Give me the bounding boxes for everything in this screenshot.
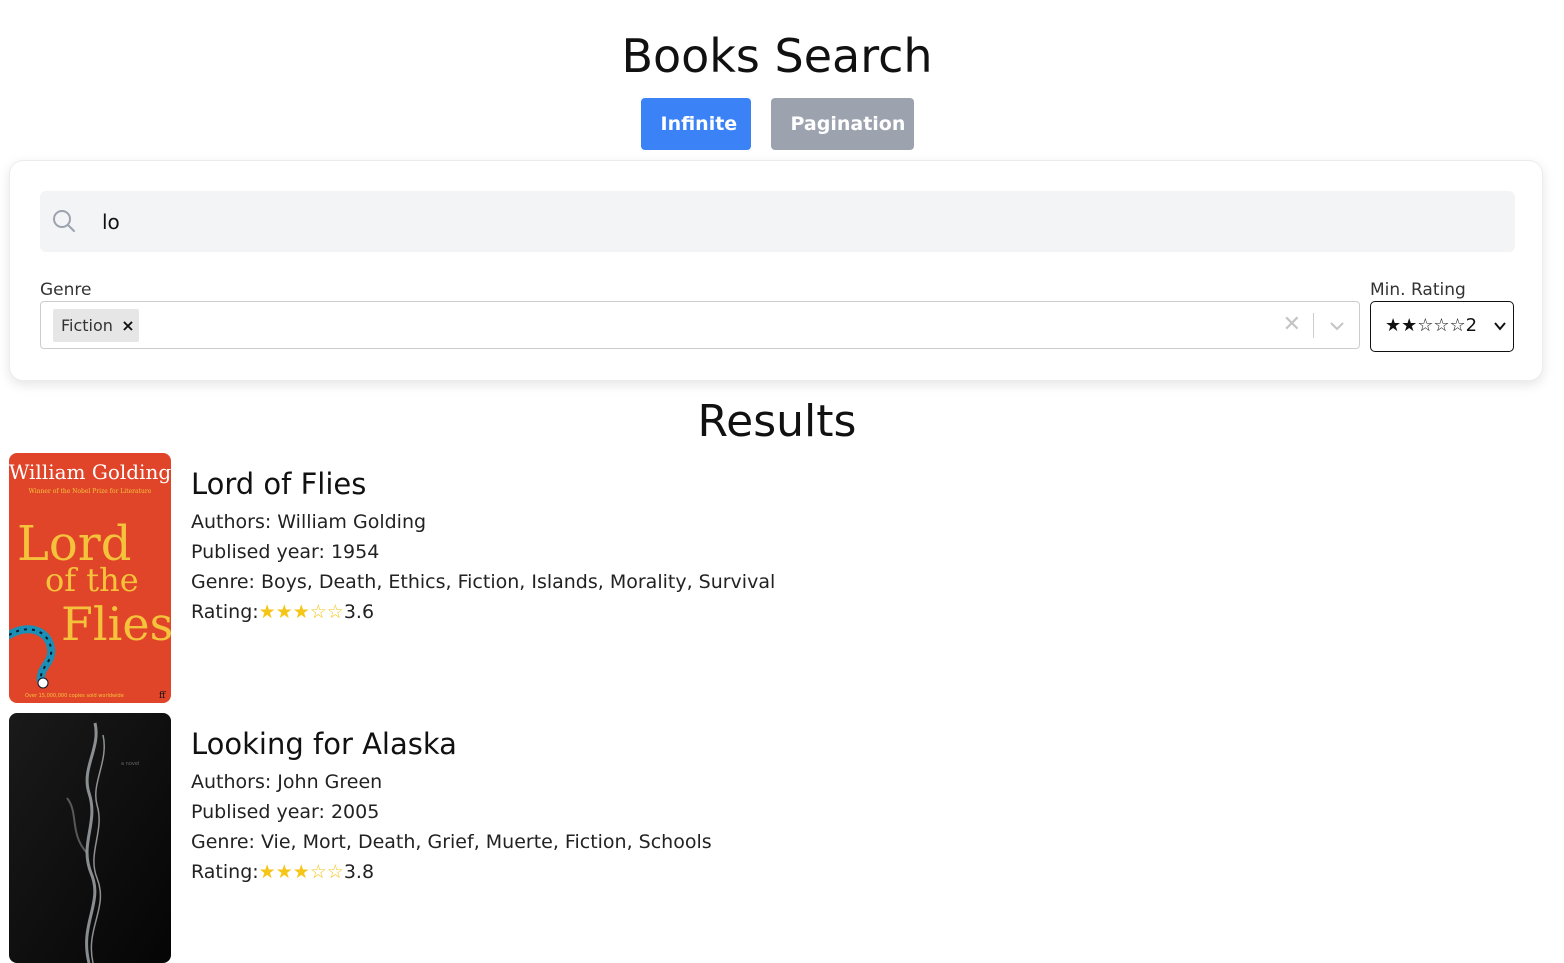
book-genre: Genre: Vie, Mort, Death, Grief, Muerte, … xyxy=(191,831,712,853)
page-title: Books Search xyxy=(621,29,933,83)
book-year: Publised year: 1954 xyxy=(191,541,380,563)
book-title[interactable]: Lord of Flies xyxy=(191,465,775,503)
search-panel: Genre Min. Rating Fiction × ✕ ★★☆☆☆2 xyxy=(9,160,1543,381)
rating-label: Rating: xyxy=(191,601,259,623)
rating-label: Rating: xyxy=(191,861,259,883)
cover-title-line-2: of the xyxy=(45,561,139,599)
results-title: Results xyxy=(697,396,857,447)
pagination-button[interactable]: Pagination xyxy=(770,98,914,150)
cover-author: William Golding xyxy=(9,460,171,484)
search-icon xyxy=(53,210,75,232)
book-cover-image: a novel xyxy=(9,713,171,963)
genre-chip-label: Fiction xyxy=(61,316,113,335)
mode-toggle: Infinite Pagination xyxy=(0,98,1554,150)
book-cover-image: William Golding Winner of the Nobel Priz… xyxy=(9,453,171,703)
rating-stars: ★★★☆☆ xyxy=(258,601,344,623)
book-cover[interactable]: William Golding Winner of the Nobel Priz… xyxy=(9,453,171,703)
book-info: Lord of Flies Authors: William Golding P… xyxy=(191,465,775,627)
cover-subtitle: Winner of the Nobel Prize for Literature xyxy=(29,488,152,495)
indicator-separator xyxy=(1313,313,1314,338)
infinite-button[interactable]: Infinite xyxy=(640,98,751,150)
book-rating: Rating:★★★☆☆3.6 xyxy=(191,597,775,627)
book-authors: Authors: John Green xyxy=(191,771,383,793)
book-rating: Rating:★★★☆☆3.8 xyxy=(191,857,712,887)
search-input[interactable] xyxy=(100,201,1504,243)
search-box xyxy=(40,191,1515,252)
book-authors: Authors: William Golding xyxy=(191,511,427,533)
book-genre: Genre: Boys, Death, Ethics, Fiction, Isl… xyxy=(191,571,776,593)
clear-icon[interactable]: ✕ xyxy=(1283,314,1301,336)
book-title[interactable]: Looking for Alaska xyxy=(191,725,712,763)
rating-stars: ★★★☆☆ xyxy=(258,861,344,883)
book-cover[interactable]: a novel xyxy=(9,713,171,963)
cover-caption: a novel xyxy=(121,761,139,767)
genre-chip-fiction: Fiction × xyxy=(53,309,139,342)
cover-publisher: ff xyxy=(159,691,166,701)
min-rating-select[interactable]: ★★☆☆☆2 xyxy=(1370,301,1514,352)
chevron-down-icon xyxy=(1494,322,1506,331)
cover-title-line-3: Flies xyxy=(61,597,171,651)
book-year: Publised year: 2005 xyxy=(191,801,380,823)
genre-label: Genre xyxy=(40,280,92,300)
genre-select[interactable]: Fiction × ✕ xyxy=(40,301,1360,349)
min-rating-value: ★★☆☆☆2 xyxy=(1385,315,1478,336)
min-rating-label: Min. Rating xyxy=(1370,280,1466,300)
rating-value: 3.6 xyxy=(343,601,375,623)
book-info: Looking for Alaska Authors: John Green P… xyxy=(191,725,712,887)
remove-chip-icon[interactable]: × xyxy=(117,316,139,335)
cover-footer: Over 15,000,000 copies sold worldwide xyxy=(25,693,124,699)
chevron-down-icon[interactable] xyxy=(1327,316,1347,336)
rating-value: 3.8 xyxy=(343,861,375,883)
